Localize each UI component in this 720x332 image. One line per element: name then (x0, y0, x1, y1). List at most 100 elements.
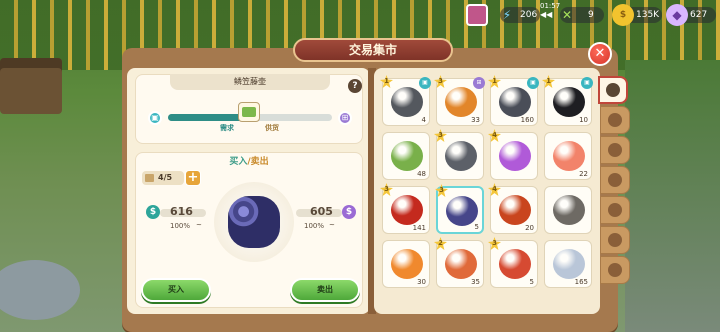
buy-trend-icon: ~ (196, 221, 202, 229)
red-crab-icon (499, 249, 531, 279)
item-thumbnail (238, 102, 260, 122)
item-quantity: 160 (520, 116, 534, 124)
dark-ore-icon (391, 87, 423, 117)
flower-icon (608, 143, 622, 157)
barnacle-cluster-icon (446, 196, 478, 226)
buy-price: 616 (170, 205, 193, 218)
supply-label: 供货 (265, 124, 279, 132)
rock (0, 260, 80, 320)
window-title: 交易集市 (293, 38, 453, 62)
item-quantity: 5 (474, 223, 479, 231)
trade-count: 4/5 (142, 171, 184, 185)
item-quantity: 20 (525, 224, 534, 232)
grid-item-dark-ore[interactable]: 1 ▣ 4 (380, 75, 431, 126)
add-count-button[interactable]: + (185, 170, 201, 186)
bug-icon (608, 203, 622, 217)
energy-value: 206 (520, 10, 538, 20)
grid-item-hermit-crab[interactable]: 4 20 (488, 183, 538, 234)
sell-dollar-icon: $ (342, 205, 356, 219)
grid-item-grey-ore[interactable]: 3 (434, 129, 484, 180)
cube-icon: ▣ (419, 77, 431, 89)
coin-icon: $ (612, 4, 634, 26)
lightning-icon: ⚡ (502, 8, 512, 22)
mussel-rocks-icon (499, 87, 531, 117)
item-quantity: 35 (471, 278, 480, 286)
gems-value: 627 (690, 10, 708, 20)
fish-icon (608, 173, 622, 187)
item-quantity: 33 (471, 116, 480, 124)
cube-icon: ▣ (148, 111, 162, 125)
crystal-icon (553, 249, 585, 279)
cart-icon: ⊞ (338, 111, 352, 125)
grey-ore-icon (445, 141, 477, 171)
help-button[interactable]: ? (348, 79, 362, 93)
fish-bone-icon (608, 233, 622, 247)
tab-fish-bone[interactable] (600, 226, 630, 254)
grid-item-iron-ingot[interactable] (544, 186, 592, 234)
grid-item-salmon-steak[interactable]: 22 (544, 132, 592, 180)
octopus-icon (391, 249, 423, 279)
item-quantity: 165 (574, 278, 588, 286)
item-name: 鳞笠藤壶 (170, 74, 330, 90)
grid-item-monarch-butterfly[interactable]: 3 ⊞ 33 (434, 75, 485, 126)
sell-trend-icon: ~ (329, 221, 335, 229)
scenery-right (625, 60, 720, 332)
item-quantity: 141 (412, 224, 426, 232)
salmon-steak-icon (553, 141, 585, 171)
hermit-crab-icon (499, 195, 531, 225)
tab-misc[interactable] (600, 256, 630, 284)
seahorse-icon (445, 249, 477, 279)
grid-item-black-caviar[interactable]: 1 ▣ 10 (542, 75, 593, 126)
item-quantity: 5 (529, 278, 534, 286)
grid-item-green-bundle[interactable]: 48 (382, 132, 430, 180)
grid-item-red-chili[interactable]: 3 141 (380, 183, 430, 234)
red-chili-icon (391, 195, 423, 225)
hud-avatar[interactable] (466, 4, 488, 26)
rewind-icon: ◀◀ (540, 10, 553, 19)
item-quantity: 10 (579, 116, 588, 124)
item-quantity: 22 (579, 170, 588, 178)
grid-item-seahorse[interactable]: 2 35 (434, 237, 484, 288)
hud-energy[interactable]: ⚡ 206 (500, 4, 540, 26)
trade-title: 买入/卖出 (135, 154, 363, 167)
cart-icon: ⊞ (473, 77, 485, 89)
tab-flower[interactable] (600, 136, 630, 164)
coins-value: 135K (636, 10, 660, 20)
tab-fish[interactable] (600, 166, 630, 194)
tab-shell[interactable] (600, 106, 630, 134)
clock-icon (606, 83, 620, 97)
grid-item-barnacle-cluster[interactable]: 35 (435, 184, 484, 234)
rainbow-bar-icon (499, 141, 531, 171)
cube-icon: ▣ (581, 77, 593, 89)
green-bundle-icon (391, 141, 423, 171)
sell-button[interactable]: 卖出 (290, 278, 360, 302)
cube-icon: ▣ (527, 77, 539, 89)
shell-icon (608, 113, 622, 127)
grid-item-crystal[interactable]: 165 (544, 240, 592, 288)
tab-clock[interactable] (598, 76, 628, 104)
hud-coins[interactable]: $ 135K (612, 4, 662, 26)
grid-item-rainbow-bar[interactable]: 4 (488, 129, 538, 180)
plus-icon: + (187, 170, 199, 185)
buy-dollar-icon: $ (146, 205, 160, 219)
monarch-butterfly-icon (445, 87, 477, 117)
close-icon: ✕ (594, 46, 606, 61)
tab-bug[interactable] (600, 196, 630, 224)
item-quantity: 30 (417, 278, 426, 286)
buy-button[interactable]: 买入 (141, 278, 211, 302)
iron-ingot-icon (553, 195, 585, 225)
close-button[interactable]: ✕ (588, 42, 612, 66)
grid-item-octopus[interactable]: 30 (382, 240, 430, 288)
crossed-tools-icon: ✕ (561, 8, 573, 22)
grid-item-red-crab[interactable]: 35 (488, 237, 538, 288)
hud-gems[interactable]: ◆ 627 (666, 4, 716, 26)
items-value: 9 (588, 10, 594, 20)
trade-count-value: 4/5 (158, 173, 173, 182)
sell-price: 605 (310, 205, 333, 218)
sell-percent: 100% (304, 222, 325, 230)
hud-items[interactable]: ✕ 9 (560, 4, 604, 26)
misc-icon (608, 263, 622, 277)
buy-title: 买入 (229, 157, 248, 167)
ticket-icon (145, 174, 154, 182)
grid-item-mussel-rocks[interactable]: 1 ▣ 160 (488, 75, 539, 126)
